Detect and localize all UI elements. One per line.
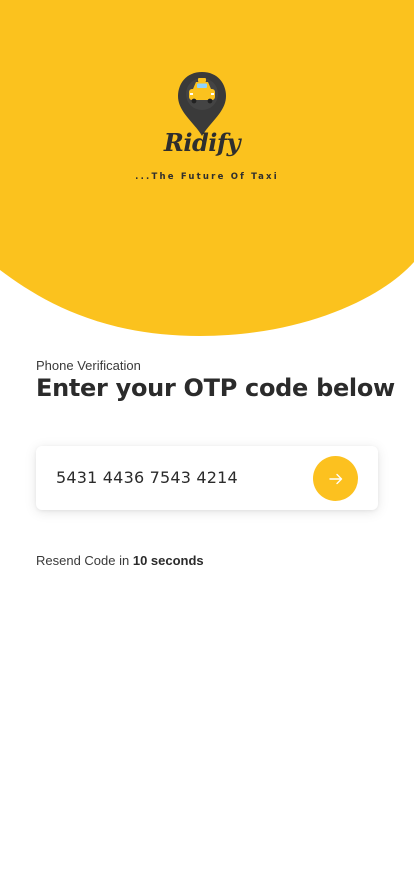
otp-screen: Ridify ...The Future Of Taxi Phone Verif…	[0, 0, 414, 896]
page-title: Enter your OTP code below	[36, 374, 395, 402]
taxi-pin-icon	[178, 72, 226, 136]
otp-input-value[interactable]: 5431 4436 7543 4214	[56, 468, 238, 487]
brand-name: Ridify	[163, 128, 241, 157]
subtitle: Phone Verification	[36, 358, 141, 373]
submit-button[interactable]	[313, 456, 358, 501]
ridify-logo	[130, 66, 274, 188]
resend-code-text[interactable]: Resend Code in 10 seconds	[36, 553, 204, 568]
brand-tagline: ...The Future Of Taxi	[135, 172, 279, 182]
resend-prefix: Resend Code in	[36, 553, 133, 568]
resend-countdown: 10 seconds	[132, 553, 204, 568]
arrow-right-icon	[328, 473, 342, 484]
otp-field[interactable]: 5431 4436 7543 4214	[36, 446, 378, 510]
